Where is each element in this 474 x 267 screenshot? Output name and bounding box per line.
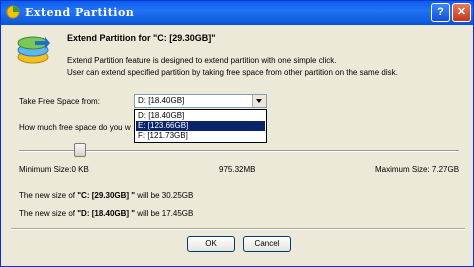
window-title: Extend Partition — [25, 6, 135, 19]
dropdown-arrow-icon[interactable] — [252, 95, 266, 107]
minimum-size-label: Minimum Size:0 KB — [19, 165, 89, 174]
close-button[interactable]: ✕ — [452, 3, 471, 22]
option-d[interactable]: D: [18.40GB] — [136, 111, 265, 121]
new-size-d: The new size of "D: [18.40GB] " will be … — [19, 209, 194, 218]
option-f[interactable]: F: [121.73GB] — [136, 131, 265, 141]
cancel-button[interactable]: Cancel — [243, 236, 291, 252]
new-size-c: The new size of "C: [29.30GB] " will be … — [19, 191, 194, 200]
divider — [11, 228, 465, 230]
how-much-label: How much free space do you w — [19, 123, 131, 132]
option-e[interactable]: E: [123.66GB] — [136, 121, 265, 131]
partition-app-icon — [6, 5, 20, 19]
extend-partition-dialog: Extend Partition ? ✕ Extend Partition fo… — [0, 0, 474, 267]
ok-button[interactable]: OK — [187, 236, 235, 252]
description-line-2: User can extend specified partition by t… — [67, 68, 398, 77]
take-from-selected-value: D: [18.40GB] — [138, 96, 185, 105]
partition-dropdown-list: D: [18.40GB] E: [123.66GB] F: [121.73GB] — [134, 109, 267, 143]
take-from-label: Take Free Space from: — [19, 97, 100, 106]
maximum-size-label: Maximum Size: 7.27GB — [375, 165, 460, 174]
size-slider-thumb[interactable] — [74, 143, 86, 157]
take-from-select[interactable]: D: [18.40GB] — [134, 94, 267, 108]
current-size-value: 975.32MB — [219, 165, 256, 174]
feature-title: Extend Partition for "C: [29.30GB]" — [67, 33, 216, 43]
title-bar[interactable]: Extend Partition ? ✕ — [1, 1, 473, 25]
description-line-1: Extend Partition feature is designed to … — [67, 56, 337, 65]
help-button[interactable]: ? — [431, 3, 450, 22]
extend-partition-icon — [17, 36, 50, 64]
